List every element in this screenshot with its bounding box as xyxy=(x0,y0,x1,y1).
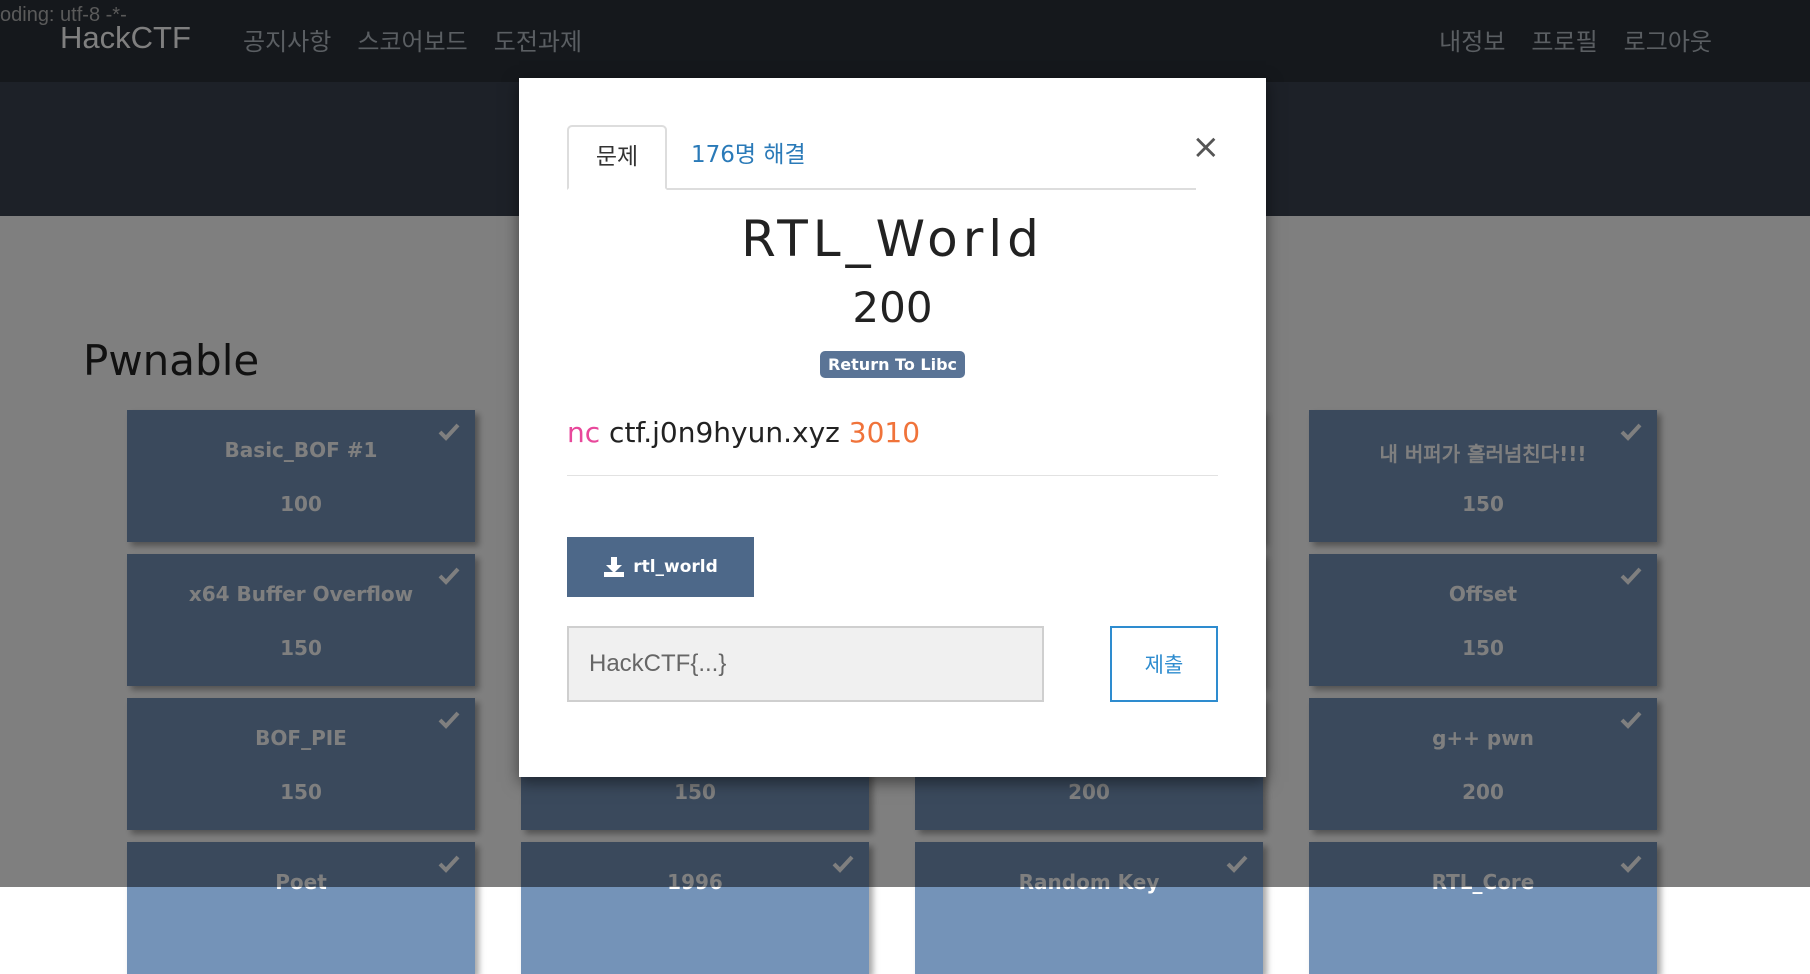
challenge-modal: 문제 176명 해결 × RTL_World 200 Return To Lib… xyxy=(519,78,1266,777)
connection-info: nc ctf.j0n9hyun.xyz 3010 xyxy=(567,416,920,449)
challenge-points: 200 xyxy=(852,283,933,332)
download-label: rtl_world xyxy=(633,557,718,577)
divider xyxy=(567,475,1218,476)
connection-port: 3010 xyxy=(848,416,921,449)
connection-command: nc xyxy=(567,416,601,449)
challenge-tag[interactable]: Return To Libc xyxy=(819,351,966,378)
challenge-title: RTL_World xyxy=(741,210,1044,268)
tab-problem[interactable]: 문제 xyxy=(567,125,667,190)
submit-button[interactable]: 제출 xyxy=(1110,626,1218,702)
download-button[interactable]: rtl_world xyxy=(567,537,754,597)
tab-solvers[interactable]: 176명 해결 xyxy=(691,125,806,186)
tag-container: Return To Libc xyxy=(519,351,1266,378)
download-icon xyxy=(604,557,625,577)
modal-tabs: 문제 176명 해결 xyxy=(567,125,1196,190)
close-button[interactable]: × xyxy=(1192,130,1221,164)
flag-input[interactable] xyxy=(567,626,1044,702)
connection-host: ctf.j0n9hyun.xyz xyxy=(609,416,840,449)
